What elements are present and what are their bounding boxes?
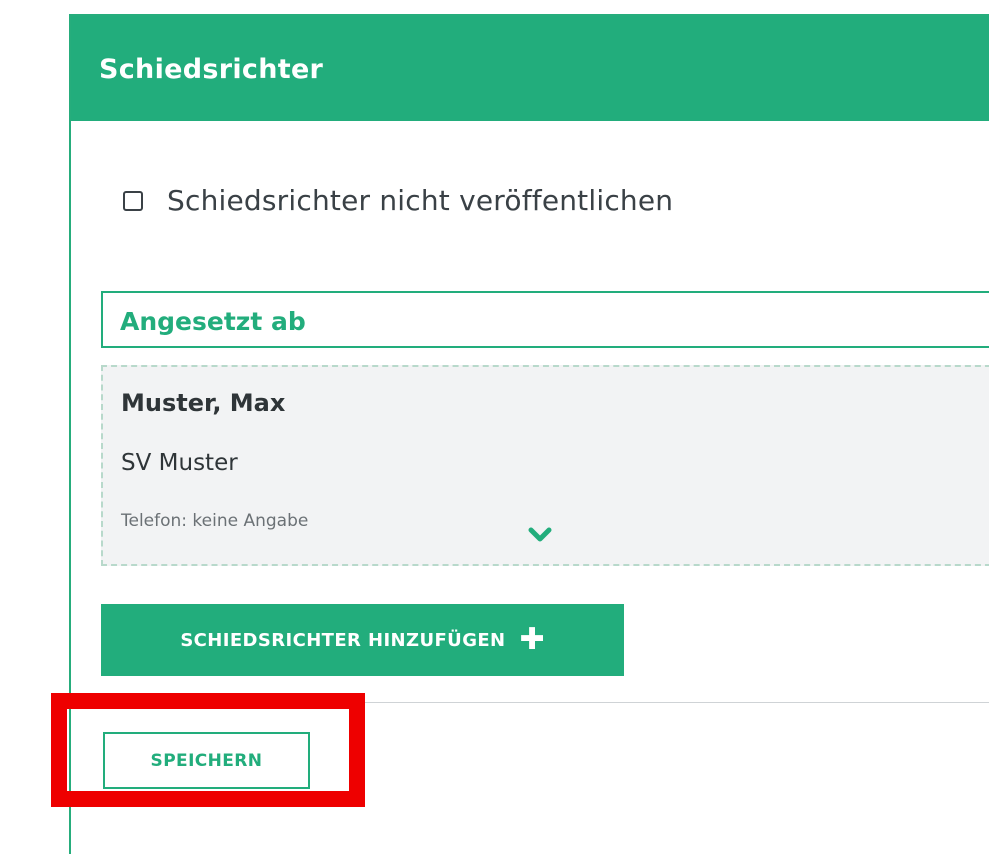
assignment-header: Angesetzt ab [101, 291, 989, 348]
referee-phone: Telefon: keine Angabe [121, 511, 309, 531]
save-button[interactable]: SPEICHERN [103, 732, 310, 789]
add-referee-button-label: SCHIEDSRICHTER HINZUFÜGEN [180, 629, 506, 651]
referee-panel: Schiedsrichter Schiedsrichter nicht verö… [69, 14, 989, 854]
assignment-header-label: Angesetzt ab [120, 307, 306, 336]
panel-title: Schiedsrichter [99, 54, 324, 85]
publish-option-row: Schiedsrichter nicht veröffentlichen [123, 184, 673, 217]
do-not-publish-checkbox[interactable] [123, 190, 143, 211]
panel-header: Schiedsrichter [71, 16, 989, 121]
referee-club: SV Muster [121, 450, 238, 476]
referee-card: Muster, Max SV Muster Telefon: keine Ang… [101, 365, 989, 566]
do-not-publish-label[interactable]: Schiedsrichter nicht veröffentlichen [167, 184, 673, 217]
referee-name: Muster, Max [121, 389, 286, 417]
chevron-down-icon[interactable] [524, 519, 556, 551]
add-referee-button[interactable]: SCHIEDSRICHTER HINZUFÜGEN ✚ [101, 604, 624, 676]
plus-icon: ✚ [519, 622, 545, 657]
save-button-label: SPEICHERN [150, 750, 263, 771]
divider [71, 702, 989, 703]
